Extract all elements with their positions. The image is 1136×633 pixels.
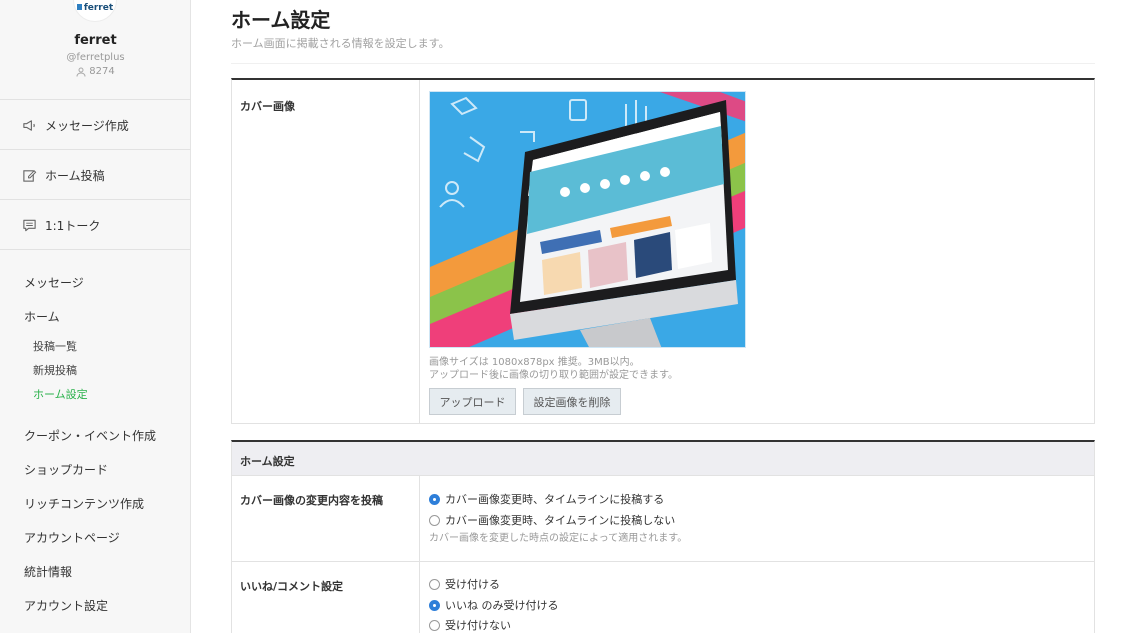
cover-image-section: カバー画像 画像サイズは 1080x878px 推奨。3MB以内。 アップロード… xyxy=(231,78,1095,424)
one-on-one-talk-button[interactable]: 1:1トーク xyxy=(22,215,100,235)
section-header: ホーム設定 xyxy=(232,442,1094,476)
radio-accept-none[interactable]: 受け付けない xyxy=(429,617,511,633)
delete-image-button[interactable]: 設定画像を削除 xyxy=(523,388,621,415)
radio-selected-icon xyxy=(429,599,440,611)
radio-unselected-icon xyxy=(429,514,440,526)
nav-statistics[interactable]: 統計情報 xyxy=(24,563,72,580)
post-change-row: カバー画像の変更内容を投稿 カバー画像変更時、タイムラインに投稿する カバー画像… xyxy=(232,476,1094,562)
divider xyxy=(0,149,191,150)
chat-icon xyxy=(23,219,36,231)
page-title: ホーム設定 xyxy=(231,8,331,32)
create-message-button[interactable]: メッセージ作成 xyxy=(22,115,129,135)
sidebar: ferret ferret @ferretplus 8274 メッセージ作成 ホ… xyxy=(0,0,191,633)
label-column: いいね/コメント設定 xyxy=(232,562,420,633)
account-handle: @ferretplus xyxy=(66,52,125,63)
nav-coupon-event[interactable]: クーポン・イベント作成 xyxy=(24,427,156,444)
account-name: ferret xyxy=(74,33,117,48)
post-change-hint: カバー画像を変更した時点の設定によって適用されます。 xyxy=(429,533,688,544)
like-comment-label: いいね/コメント設定 xyxy=(240,580,344,593)
cover-image-label: カバー画像 xyxy=(240,100,295,113)
radio-likes-only[interactable]: いいね のみ受け付ける xyxy=(429,597,559,613)
divider xyxy=(0,199,191,200)
cover-size-hint: 画像サイズは 1080x878px 推奨。3MB以内。 xyxy=(429,357,640,368)
avatar: ferret xyxy=(73,0,117,22)
radio-unselected-icon xyxy=(429,619,440,631)
radio-unselected-icon xyxy=(429,578,440,590)
radio-post-on-change[interactable]: カバー画像変更時、タイムラインに投稿する xyxy=(429,491,664,507)
user-icon xyxy=(76,67,86,77)
nav-account-settings[interactable]: アカウント設定 xyxy=(24,597,108,614)
megaphone-icon xyxy=(23,119,35,131)
follower-count: 8274 xyxy=(0,66,191,77)
page-subtitle: ホーム画面に掲載される情報を設定します。 xyxy=(231,37,450,50)
nav-rich-content[interactable]: リッチコンテンツ作成 xyxy=(24,495,144,512)
cover-image-illustration xyxy=(430,92,745,347)
nav-account-page[interactable]: アカウントページ xyxy=(24,529,120,546)
nav-new-post[interactable]: 新規投稿 xyxy=(33,362,77,378)
section-title: ホーム設定 xyxy=(240,455,295,468)
home-settings-section: ホーム設定 カバー画像の変更内容を投稿 カバー画像変更時、タイムラインに投稿する… xyxy=(231,440,1095,633)
radio-selected-icon xyxy=(429,493,440,505)
radio-accept-all[interactable]: 受け付ける xyxy=(429,576,500,592)
cover-crop-hint: アップロード後に画像の切り取り範囲が設定できます。 xyxy=(429,370,678,381)
nav-home[interactable]: ホーム xyxy=(24,308,60,325)
upload-button[interactable]: アップロード xyxy=(429,388,516,415)
home-post-button[interactable]: ホーム投稿 xyxy=(22,165,105,185)
label-column: カバー画像 xyxy=(232,80,420,423)
divider xyxy=(0,99,191,100)
cover-image-preview xyxy=(429,91,746,348)
post-change-label: カバー画像の変更内容を投稿 xyxy=(240,494,383,507)
ferret-logo: ferret xyxy=(76,3,113,13)
nav-home-settings[interactable]: ホーム設定 xyxy=(33,386,88,402)
like-comment-row: いいね/コメント設定 受け付ける いいね のみ受け付ける 受け付けない xyxy=(232,562,1094,633)
divider xyxy=(231,63,1095,64)
divider xyxy=(0,249,191,250)
edit-icon xyxy=(23,169,37,182)
nav-message[interactable]: メッセージ xyxy=(24,274,84,291)
nav-shop-card[interactable]: ショップカード xyxy=(24,461,108,478)
radio-no-post-on-change[interactable]: カバー画像変更時、タイムラインに投稿しない xyxy=(429,512,675,528)
label-column: カバー画像の変更内容を投稿 xyxy=(232,476,420,561)
nav-post-list[interactable]: 投稿一覧 xyxy=(33,338,77,354)
